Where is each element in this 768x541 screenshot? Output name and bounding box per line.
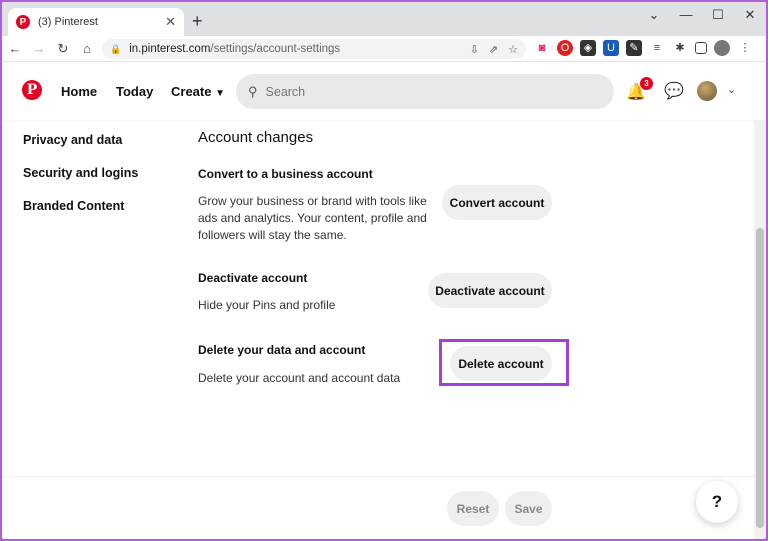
delete-title: Delete your data and account — [198, 343, 366, 357]
scrollbar-thumb[interactable] — [756, 228, 764, 528]
deactivate-account-button[interactable]: Deactivate account — [428, 273, 552, 308]
section-title: Account changes — [198, 129, 314, 146]
nav-create-label: Create — [171, 84, 212, 99]
url-host: in.pinterest.com — [129, 43, 211, 55]
opera-icon[interactable]: O — [557, 40, 573, 56]
close-window-icon[interactable]: ✕ — [734, 2, 766, 30]
lock-icon[interactable]: 🔒 — [110, 44, 121, 55]
puzzle-extensions-icon[interactable]: ✱ — [672, 40, 688, 56]
nav-today[interactable]: Today — [116, 84, 153, 99]
convert-description-line: Grow your business or brand with tools l… — [198, 194, 427, 208]
nav-create[interactable]: Create ▼ — [171, 84, 225, 99]
back-icon[interactable]: ← — [4, 41, 26, 56]
side-panel-icon[interactable] — [695, 42, 707, 54]
reload-icon[interactable]: ↻ — [52, 41, 74, 57]
deactivate-title: Deactivate account — [198, 271, 308, 285]
new-tab-button[interactable]: + — [192, 11, 203, 32]
help-button[interactable]: ? — [696, 481, 738, 523]
delete-account-button[interactable]: Delete account — [450, 346, 552, 381]
window-controls: ⌄ — ☐ ✕ — [638, 2, 766, 30]
search-input[interactable] — [265, 84, 566, 99]
browser-tab[interactable]: P (3) Pinterest ✕ — [8, 8, 184, 36]
tab-strip: P (3) Pinterest ✕ + ⌄ — ☐ ✕ — [2, 2, 766, 36]
delete-description: Delete your account and account data — [198, 371, 401, 385]
menu-kebab-icon[interactable]: ⋮ — [737, 40, 753, 56]
minimize-icon[interactable]: — — [670, 2, 702, 30]
reading-list-icon[interactable]: ≡ — [649, 40, 665, 56]
save-button[interactable]: Save — [505, 491, 552, 526]
footer-divider — [2, 476, 754, 477]
browser-toolbar: ← → ↻ ⌂ 🔒 in.pinterest.com/settings/acco… — [2, 36, 766, 62]
search-bar[interactable]: ⚲ — [236, 74, 614, 109]
install-icon[interactable]: ⇩ — [470, 43, 479, 56]
extensions-bar: ◙ O ◈ U ✎ ≡ ✱ ⋮ — [534, 40, 753, 56]
nav-home[interactable]: Home — [61, 84, 97, 99]
edit-extension-icon[interactable]: ✎ — [626, 40, 642, 56]
profile-avatar-icon[interactable] — [714, 40, 730, 56]
chevron-down-icon: ▼ — [215, 88, 225, 99]
address-bar[interactable]: 🔒 in.pinterest.com/settings/account-sett… — [102, 39, 526, 59]
convert-description-line: ads and analytics. Your content, profile… — [198, 211, 427, 225]
url-path: /settings/account-settings — [210, 43, 341, 55]
home-icon[interactable]: ⌂ — [76, 41, 98, 56]
convert-account-button[interactable]: Convert account — [442, 185, 552, 220]
bookmark-star-icon[interactable]: ☆ — [508, 43, 518, 56]
search-icon: ⚲ — [248, 83, 258, 99]
maximize-icon[interactable]: ☐ — [702, 2, 734, 30]
share-icon[interactable]: ⇗ — [489, 43, 498, 56]
messages-icon[interactable]: 💬 — [664, 81, 684, 101]
convert-description-line: followers will stay the same. — [198, 228, 347, 242]
sidebar-item-branded-content[interactable]: Branded Content — [23, 199, 124, 213]
convert-title: Convert to a business account — [198, 167, 373, 181]
spy-extension-icon[interactable]: ◈ — [580, 40, 596, 56]
browser-window: P (3) Pinterest ✕ + ⌄ — ☐ ✕ ← → ↻ ⌂ 🔒 in… — [2, 2, 766, 539]
dropdown-chevron-icon[interactable]: ⌄ — [638, 2, 670, 30]
reset-button[interactable]: Reset — [447, 491, 499, 526]
sidebar-item-privacy[interactable]: Privacy and data — [23, 133, 122, 147]
omnibox-icons: ⇩ ⇗ ☆ — [470, 43, 518, 56]
page-scrollbar[interactable] — [754, 120, 766, 539]
pocket-icon[interactable]: ◙ — [534, 40, 550, 56]
account-chevron-icon[interactable]: ⌄ — [727, 83, 736, 96]
forward-icon[interactable]: → — [28, 41, 50, 56]
deactivate-description: Hide your Pins and profile — [198, 298, 336, 312]
tab-title: (3) Pinterest — [38, 16, 98, 28]
pinterest-favicon-icon: P — [16, 15, 30, 29]
close-tab-icon[interactable]: ✕ — [165, 14, 176, 30]
convert-description: Grow your business or brand with tools l… — [198, 193, 427, 244]
pinterest-logo-icon[interactable]: P — [22, 80, 42, 100]
bitwarden-icon[interactable]: U — [603, 40, 619, 56]
url-text: in.pinterest.com/settings/account-settin… — [129, 43, 469, 55]
user-avatar[interactable] — [697, 81, 717, 101]
sidebar-item-security[interactable]: Security and logins — [23, 166, 138, 180]
notification-badge: 3 — [640, 77, 653, 90]
site-header: P Home Today Create ▼ ⚲ 🔔 3 💬 ⌄ — [2, 62, 766, 120]
